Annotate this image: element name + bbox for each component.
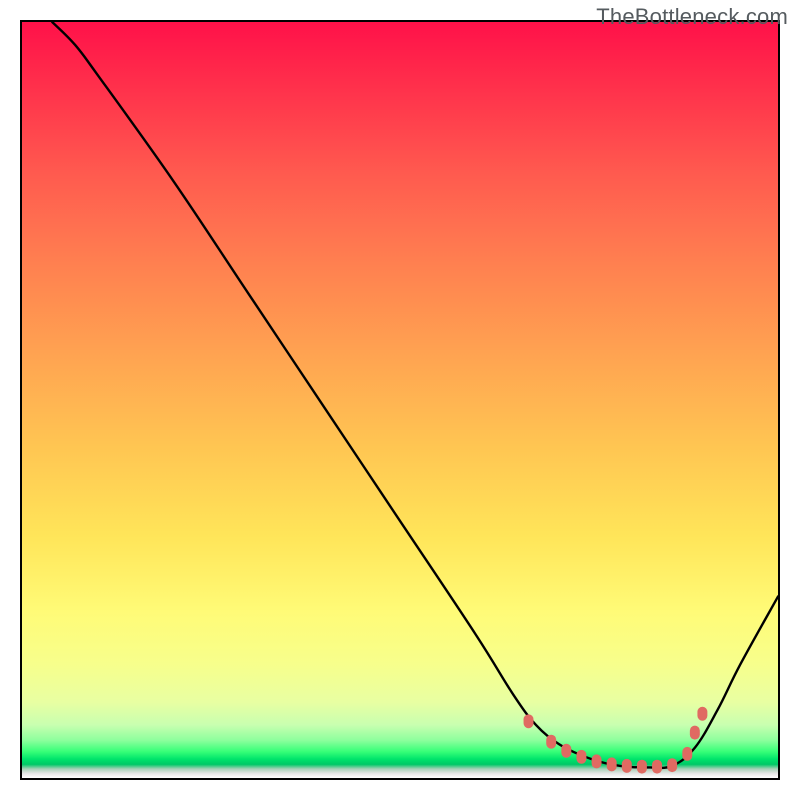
optimal-marker (576, 750, 586, 764)
watermark-text: TheBottleneck.com (596, 4, 788, 30)
optimal-marker (697, 707, 707, 721)
optimal-marker (592, 754, 602, 768)
optimal-marker (622, 759, 632, 773)
optimal-marker (561, 744, 571, 758)
optimal-marker (546, 735, 556, 749)
optimal-marker (667, 758, 677, 772)
optimal-marker (524, 714, 534, 728)
plot-area (20, 20, 780, 780)
optimal-marker (652, 760, 662, 774)
optimal-marker (637, 760, 647, 774)
optimal-marker (682, 747, 692, 761)
optimal-markers (524, 707, 708, 774)
bottleneck-curve (52, 22, 778, 768)
chart-canvas: TheBottleneck.com (0, 0, 800, 800)
curve-layer (22, 22, 778, 778)
optimal-marker (690, 726, 700, 740)
optimal-marker (607, 757, 617, 771)
